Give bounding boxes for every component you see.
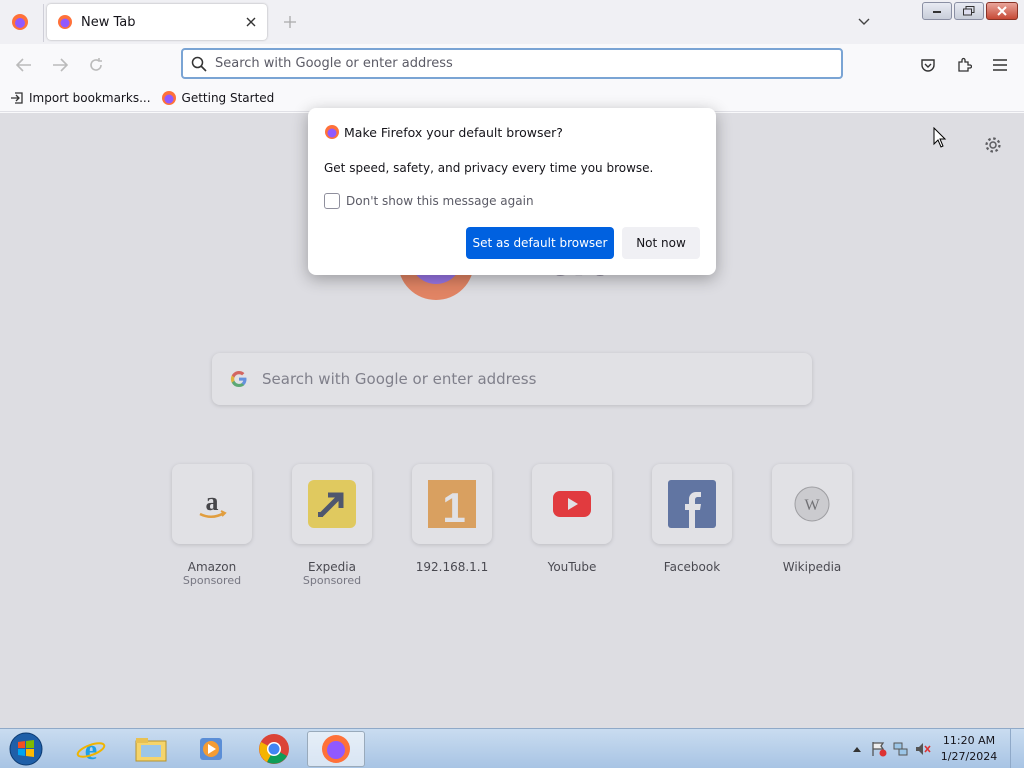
bookmark-label: Getting Started — [181, 90, 275, 105]
dont-show-again-checkbox[interactable] — [324, 193, 340, 209]
default-browser-dialog: Make Firefox your default browser? Get s… — [308, 108, 716, 275]
firefox-icon — [322, 735, 350, 763]
forward-arrow-icon — [53, 58, 68, 72]
mouse-cursor — [933, 126, 947, 149]
network-icon — [893, 742, 908, 756]
hamburger-menu-icon — [993, 59, 1007, 71]
speaker-muted-icon — [916, 743, 931, 755]
pocket-icon — [921, 59, 935, 72]
clock-time: 11:20 AM — [942, 734, 996, 747]
action-center-tray-icon[interactable] — [868, 738, 890, 760]
taskbar: e 11:20 AM 1/27/2024 — [0, 728, 1024, 768]
app-menu-button[interactable] — [989, 54, 1011, 76]
new-tab-button[interactable] — [278, 10, 302, 34]
windows-start-icon — [9, 732, 43, 766]
restore-button[interactable] — [954, 2, 984, 20]
network-tray-icon[interactable] — [890, 738, 912, 760]
tab-separator — [43, 4, 44, 42]
taskbar-internet-explorer[interactable]: e — [62, 731, 120, 767]
back-arrow-icon — [16, 58, 31, 72]
bookmark-label: Import bookmarks... — [29, 90, 151, 105]
internet-explorer-icon: e — [76, 735, 106, 764]
close-window-button[interactable] — [986, 2, 1018, 20]
firefox-icon — [12, 14, 28, 30]
navigation-toolbar — [0, 44, 1024, 84]
firefox-view-button[interactable] — [8, 10, 32, 34]
system-clock[interactable]: 11:20 AM 1/27/2024 — [934, 733, 1004, 765]
taskbar-file-explorer[interactable] — [122, 731, 180, 767]
chevron-up-icon — [853, 747, 861, 752]
window-controls — [922, 2, 1018, 20]
extensions-button[interactable] — [953, 54, 975, 76]
clock-date: 1/27/2024 — [940, 750, 998, 763]
reload-icon — [90, 58, 102, 71]
show-hidden-icons-button[interactable] — [846, 738, 868, 760]
bookmark-getting-started[interactable]: Getting Started — [161, 90, 275, 106]
chrome-icon — [259, 734, 289, 764]
cursor-arrow-icon — [933, 126, 947, 148]
list-all-tabs-button[interactable] — [852, 11, 876, 33]
dialog-title: Make Firefox your default browser? — [344, 124, 563, 140]
show-desktop-button[interactable] — [1010, 729, 1024, 768]
set-default-browser-button[interactable]: Set as default browser — [466, 227, 614, 259]
start-button[interactable] — [6, 730, 46, 768]
svg-text:e: e — [85, 735, 97, 764]
taskbar-chrome[interactable] — [245, 731, 303, 767]
file-explorer-icon — [135, 738, 167, 762]
plus-icon — [284, 16, 296, 28]
checkbox-label[interactable]: Don't show this message again — [346, 194, 534, 208]
dont-show-again-checkbox-row[interactable]: Don't show this message again — [324, 193, 534, 209]
system-tray: 11:20 AM 1/27/2024 — [846, 729, 1024, 768]
bookmark-import[interactable]: Import bookmarks... — [10, 91, 151, 105]
import-icon — [11, 91, 23, 104]
address-bar[interactable] — [181, 48, 843, 79]
dialog-title-row: Make Firefox your default browser? — [324, 124, 563, 140]
minimize-button[interactable] — [922, 2, 952, 20]
back-button[interactable] — [13, 54, 35, 76]
media-player-icon — [200, 738, 222, 760]
close-tab-button[interactable] — [241, 12, 261, 32]
tab-new-tab[interactable]: New Tab — [47, 4, 267, 40]
chevron-down-icon — [858, 18, 870, 25]
puzzle-icon — [958, 57, 972, 72]
tab-title: New Tab — [81, 14, 136, 30]
flag-alert-icon — [872, 742, 887, 757]
firefox-icon — [58, 15, 72, 29]
address-input[interactable] — [215, 56, 841, 71]
pocket-button[interactable] — [917, 54, 939, 76]
dialog-message: Get speed, safety, and privacy every tim… — [324, 161, 654, 175]
forward-button[interactable] — [49, 54, 71, 76]
not-now-button[interactable]: Not now — [622, 227, 700, 259]
reload-button[interactable] — [85, 54, 107, 76]
tab-strip: New Tab — [0, 0, 1024, 44]
taskbar-firefox[interactable] — [307, 731, 365, 767]
minimize-icon — [933, 11, 941, 13]
taskbar-media-player[interactable] — [182, 731, 240, 767]
close-icon — [246, 17, 256, 27]
search-icon — [191, 56, 207, 72]
firefox-icon — [161, 90, 176, 105]
close-icon — [997, 6, 1007, 16]
restore-icon — [963, 6, 975, 16]
firefox-icon — [325, 125, 339, 139]
volume-tray-icon[interactable] — [912, 738, 934, 760]
